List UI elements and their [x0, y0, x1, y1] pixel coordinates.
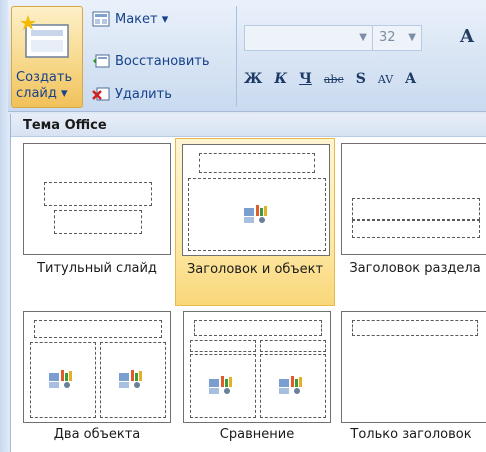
content-objects-icon — [119, 370, 142, 388]
italic-button[interactable]: К — [274, 71, 287, 87]
placeholder-title — [44, 182, 152, 206]
layout-title-only[interactable]: Только заголовок — [335, 308, 486, 450]
placeholder-heading-right — [260, 340, 326, 352]
layout-label: Заголовок раздела — [349, 261, 481, 276]
placeholder-title — [34, 320, 162, 338]
reset-label: Восстановить — [115, 53, 210, 69]
delete-icon — [92, 87, 110, 101]
layout-label: Макет ▾ — [115, 11, 169, 27]
content-objects-icon — [279, 376, 302, 394]
placeholder-content-right — [260, 354, 326, 418]
layout-label: Титульный слайд — [37, 261, 157, 276]
placeholder-title — [199, 153, 315, 173]
gallery-header: Тема Office — [11, 114, 486, 137]
content-objects-icon — [49, 370, 72, 388]
change-case-button[interactable]: A — [405, 71, 416, 87]
new-slide-label-2[interactable]: слайд ▾ — [16, 86, 80, 102]
new-slide-label-1: Создать — [16, 70, 73, 85]
layout-title-content[interactable]: Заголовок и объект — [175, 138, 335, 306]
placeholder-content-right — [100, 342, 166, 418]
placeholder-subtitle — [54, 210, 142, 234]
layout-icon — [92, 11, 110, 27]
layout-thumbnail — [182, 144, 330, 256]
content-objects-icon — [209, 376, 232, 394]
layout-thumbnail — [341, 143, 486, 255]
font-size-value: 32 — [379, 30, 396, 45]
layout-thumbnail — [23, 143, 171, 255]
new-slide-button[interactable]: Создать слайд ▾ — [11, 6, 83, 108]
ribbon-divider — [236, 6, 237, 106]
new-slide-icon — [20, 15, 69, 58]
bold-button[interactable]: Ж — [244, 71, 262, 87]
placeholder-content-left — [190, 354, 256, 418]
placeholder-text — [352, 220, 480, 238]
delete-button[interactable]: Удалить — [92, 83, 172, 105]
grow-font-button[interactable]: A — [456, 25, 486, 51]
underline-button[interactable]: Ч — [299, 71, 312, 87]
layout-label: Два объекта — [53, 427, 141, 442]
layout-thumbnail — [183, 311, 331, 423]
font-size-select[interactable]: 32 ▼ — [372, 25, 422, 51]
chevron-down-icon: ▼ — [408, 32, 416, 43]
delete-label: Удалить — [115, 86, 172, 102]
strikethrough-button[interactable]: abc — [324, 73, 344, 86]
placeholder-title — [352, 320, 478, 336]
placeholder-title — [352, 198, 480, 220]
reset-button[interactable]: Восстановить — [92, 50, 210, 72]
layout-title-slide[interactable]: Титульный слайд — [17, 140, 177, 300]
layout-label: Заголовок и объект — [186, 262, 324, 277]
layout-section-header[interactable]: Заголовок раздела — [335, 140, 486, 300]
placeholder-title — [194, 320, 322, 336]
layout-button[interactable]: Макет ▾ — [92, 8, 168, 30]
placeholder-heading-left — [190, 340, 256, 352]
font-name-select[interactable]: ▼ — [244, 25, 374, 51]
layout-label: Сравнение — [219, 427, 295, 442]
layout-gallery: Тема Office Титульный слайд Заголовок и … — [10, 114, 486, 452]
layout-thumbnail — [23, 311, 171, 423]
layout-thumbnail — [341, 311, 486, 423]
placeholder-content — [188, 178, 326, 251]
slides-pane-edge — [0, 0, 8, 452]
placeholder-content-left — [30, 342, 96, 418]
ribbon: Создать слайд ▾ Макет ▾ Восстановить Уда… — [0, 0, 486, 112]
content-objects-icon — [244, 205, 267, 223]
layout-comparison[interactable]: Сравнение — [177, 308, 337, 450]
layout-label: Только заголовок — [350, 427, 472, 442]
shadow-button[interactable]: S — [356, 71, 366, 87]
format-toolbar: Ж К Ч abc S AV A — [244, 64, 416, 94]
reset-icon — [93, 54, 110, 68]
layout-two-content[interactable]: Два объекта — [17, 308, 177, 450]
char-spacing-button[interactable]: AV — [378, 73, 393, 86]
chevron-down-icon: ▼ — [359, 32, 367, 43]
